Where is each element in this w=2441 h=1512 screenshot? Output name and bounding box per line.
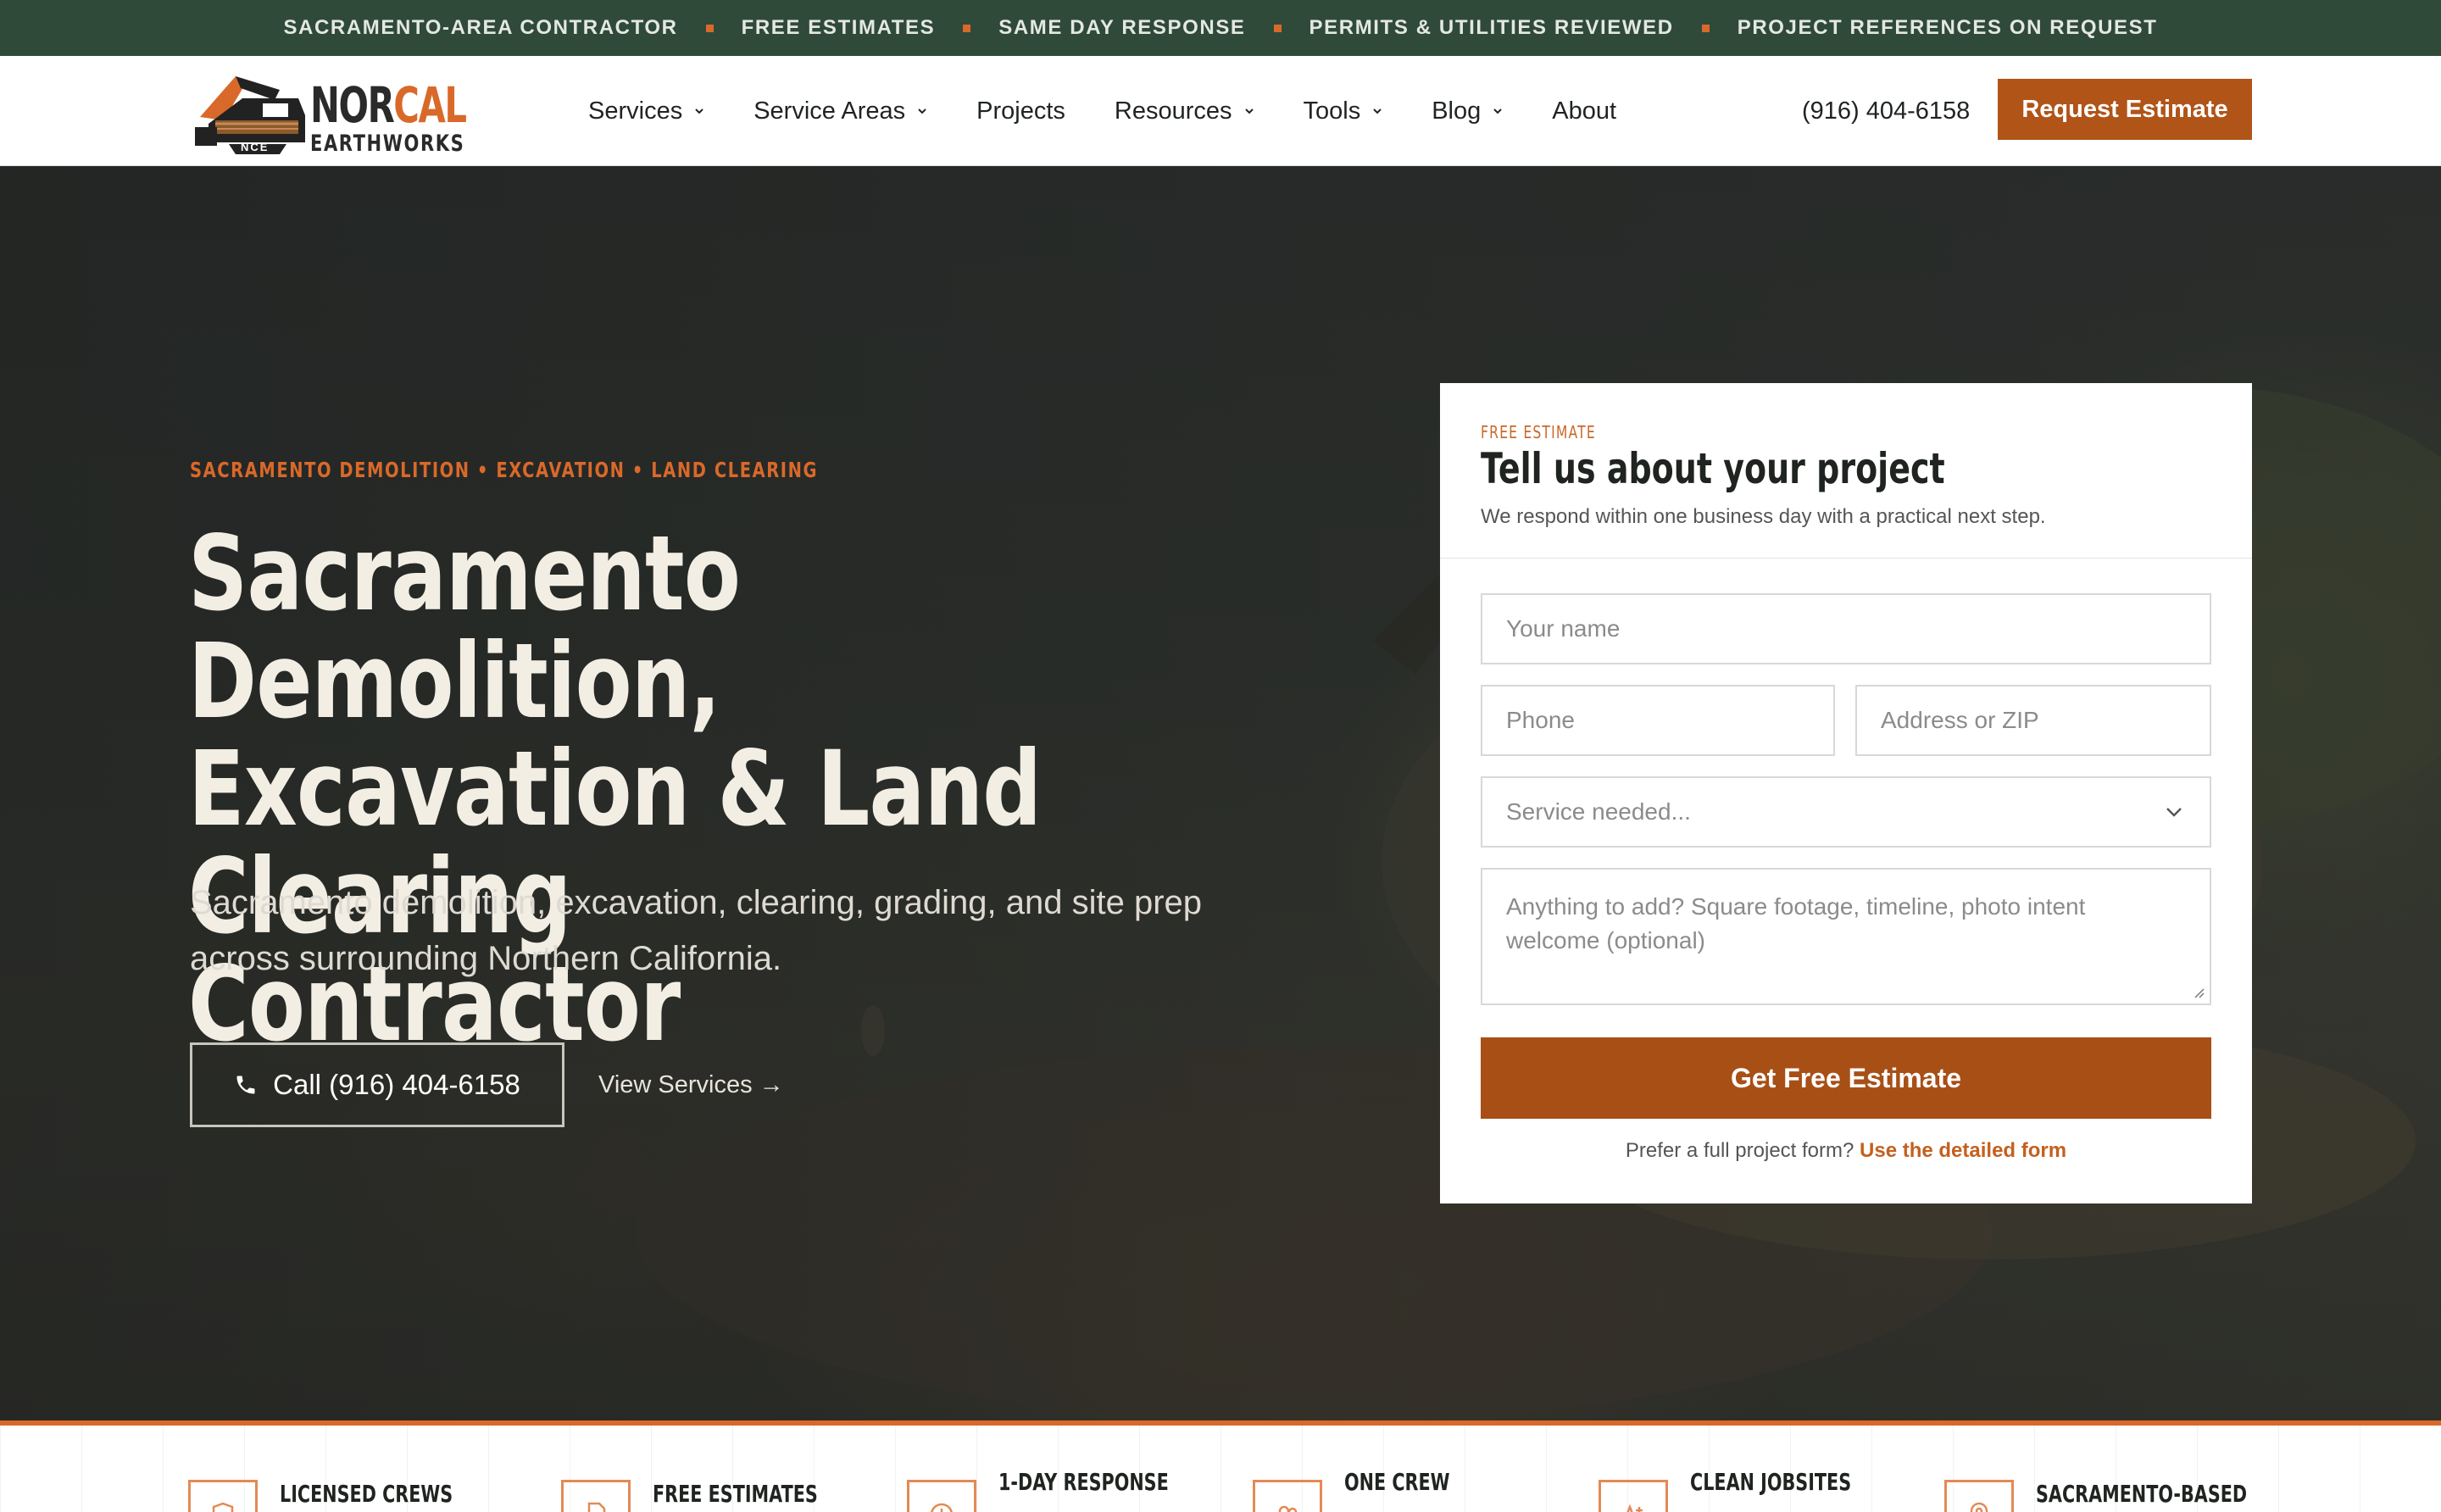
get-free-estimate-button[interactable]: Get Free Estimate <box>1481 1037 2211 1119</box>
phone-icon <box>236 1076 255 1094</box>
trust-label: LICENSED CREWS <box>280 1480 453 1508</box>
nav-blog[interactable]: Blog <box>1432 97 1503 125</box>
view-services-link[interactable]: View Services → <box>598 1042 784 1127</box>
chevron-down-icon <box>1493 108 1502 114</box>
separator-dot <box>963 24 971 32</box>
chevron-down-icon <box>1244 108 1254 114</box>
nav-label: Service Areas <box>753 97 906 125</box>
brand-cal: CAL <box>393 76 467 134</box>
location-icon <box>1944 1480 2014 1512</box>
nav-projects[interactable]: Projects <box>976 97 1065 125</box>
trust-label: ONE CREW <box>1344 1468 1450 1496</box>
announcement-item: FREE ESTIMATES <box>741 16 936 39</box>
nav-tools[interactable]: Tools <box>1304 97 1383 125</box>
name-input[interactable]: Your name <box>1481 593 2211 664</box>
team-icon <box>1253 1480 1322 1512</box>
hero-title-line: Sacramento Demolition, <box>188 514 741 742</box>
phone-input[interactable]: Phone <box>1481 685 1835 756</box>
service-select-value: Service needed... <box>1506 798 1691 825</box>
chevron-down-icon <box>695 108 703 114</box>
notes-textarea[interactable]: Anything to add? Square footage, timelin… <box>1481 868 2211 1005</box>
trust-label: CLEAN JOBSITES <box>1690 1468 1852 1496</box>
chevron-down-icon <box>2166 808 2182 817</box>
nav-services[interactable]: Services <box>588 97 704 125</box>
brand-sub: EARTHWORKS <box>310 131 465 157</box>
site-header: NORCAL EARTHWORKS NCE Services Service A… <box>0 56 2441 166</box>
nav-label: Projects <box>976 97 1065 125</box>
trust-item: LICENSED CREWS <box>188 1426 514 1512</box>
shield-icon <box>188 1480 258 1512</box>
document-icon <box>561 1480 631 1512</box>
trust-item: CLEAN JOBSITES <box>1599 1426 1908 1512</box>
separator-dot <box>1273 24 1282 32</box>
trust-item: SACRAMENTO-BASED <box>1944 1426 2321 1512</box>
address-input[interactable]: Address or ZIP <box>1855 685 2211 756</box>
resize-grip-icon[interactable] <box>2193 987 2205 998</box>
nav-label: Services <box>588 97 683 125</box>
announcement-item: PROJECT REFERENCES ON REQUEST <box>1737 16 2158 39</box>
separator-dot <box>1701 24 1710 32</box>
form-tag: FREE ESTIMATE <box>1481 422 1596 442</box>
notes-placeholder: Anything to add? Square footage, timelin… <box>1506 893 2086 953</box>
announcement-bar: SACRAMENTO-AREA CONTRACTOR FREE ESTIMATE… <box>0 0 2441 56</box>
chevron-down-icon <box>1373 108 1382 114</box>
announcement-item: SAME DAY RESPONSE <box>998 16 1246 39</box>
announcement-item: PERMITS & UTILITIES REVIEWED <box>1309 16 1674 39</box>
brand-nor: NOR <box>310 76 395 134</box>
main-nav: Services Service Areas Projects Resource… <box>588 56 1665 166</box>
nav-about[interactable]: About <box>1552 97 1616 125</box>
hero-eyebrow: SACRAMENTO DEMOLITION • EXCAVATION • LAN… <box>190 458 819 482</box>
service-select[interactable]: Service needed... <box>1481 776 2211 848</box>
clock-icon <box>907 1480 976 1512</box>
nav-resources[interactable]: Resources <box>1115 97 1254 125</box>
trust-label: 1-DAY RESPONSE <box>998 1468 1169 1496</box>
header-phone-link[interactable]: (916) 404-6158 <box>1802 56 1970 166</box>
form-title: Tell us about your project <box>1481 444 1945 493</box>
detailed-form-link[interactable]: Use the detailed form <box>1860 1139 2066 1162</box>
trust-label: FREE ESTIMATES <box>653 1480 818 1508</box>
hero-section: SACRAMENTO DEMOLITION • EXCAVATION • LAN… <box>0 166 2441 1420</box>
alt-prompt: Prefer a full project form? <box>1625 1139 1854 1162</box>
form-subtitle: We respond within one business day with … <box>1481 505 2046 528</box>
separator-dot <box>705 24 714 32</box>
view-services-label: View Services → <box>598 1070 784 1098</box>
nav-label: Blog <box>1432 97 1482 125</box>
trust-strip: LICENSED CREWS FREE ESTIMATES 1-DAY RESP… <box>0 1420 2441 1512</box>
request-estimate-button[interactable]: Request Estimate <box>1998 79 2252 140</box>
nav-label: Resources <box>1114 97 1232 125</box>
nav-label: Tools <box>1303 97 1361 125</box>
announcement-item: SACRAMENTO-AREA CONTRACTOR <box>283 16 678 39</box>
hero-subtitle: Sacramento demolition, excavation, clear… <box>190 884 1203 977</box>
trust-item: 1-DAY RESPONSE <box>907 1426 1228 1512</box>
rating-icon <box>1599 1480 1668 1512</box>
form-alt-text: Prefer a full project form? Use the deta… <box>1440 1139 2252 1163</box>
chevron-down-icon <box>918 108 926 114</box>
call-button-label: Call (916) 404-6158 <box>273 1069 520 1100</box>
form-divider <box>1440 558 2252 559</box>
estimate-form-card: FREE ESTIMATE Tell us about your project… <box>1440 383 2252 1203</box>
nav-label: About <box>1552 97 1617 125</box>
trust-item: ONE CREW <box>1253 1426 1487 1512</box>
trust-item: FREE ESTIMATES <box>561 1426 876 1512</box>
brand-wordmark: NORCAL EARTHWORKS <box>310 81 526 157</box>
nav-service-areas[interactable]: Service Areas <box>753 97 927 125</box>
trust-label: SACRAMENTO-BASED <box>2036 1480 2248 1508</box>
call-button[interactable]: Call (916) 404-6158 <box>190 1042 564 1127</box>
brand-badge: NCE <box>241 141 270 153</box>
